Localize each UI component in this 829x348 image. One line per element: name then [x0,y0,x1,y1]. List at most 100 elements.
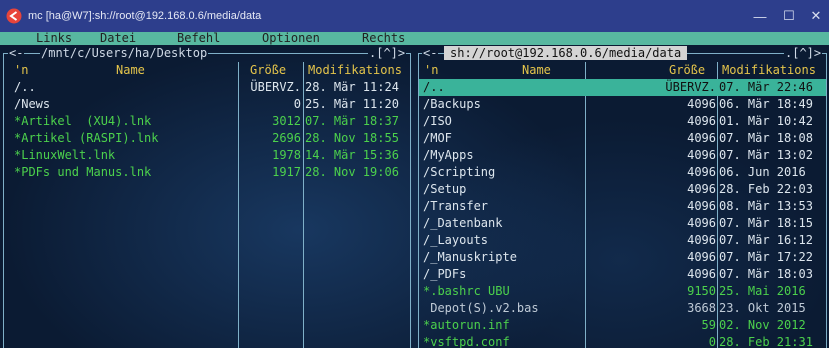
file-mtime: 07. Mär 16:12 [719,233,813,247]
left-header-mtime[interactable]: Modifikations [308,63,402,77]
file-mtime: 07. Mär 13:02 [719,148,813,162]
file-mtime: 07. Mär 18:03 [719,267,813,281]
file-mtime: 28. Nov 19:06 [305,165,399,179]
file-name: /News [14,97,51,111]
title-bar[interactable]: mc [ha@W7]:sh://root@192.168.0.6/media/d… [0,0,829,32]
file-mtime: 08. Mär 13:53 [719,199,813,213]
file-size: 1978 [272,148,301,162]
file-row[interactable]: /ISO 4096 01. Mär 10:42 [419,113,826,130]
right-header-mtime[interactable]: Modifikations [722,63,816,77]
file-mtime: 28. Mär 11:24 [305,80,399,94]
file-row[interactable]: /Transfer 4096 08. Mär 13:53 [419,198,826,215]
file-name: /ISO [423,114,452,128]
file-name: /MOF [423,131,452,145]
file-name: *autorun.inf [423,318,510,332]
file-name: /.. [14,80,36,94]
file-size: 0 [293,97,301,111]
file-row[interactable]: /_Layouts 4096 07. Mär 16:12 [419,232,826,249]
menu-datei[interactable]: Datei [100,31,136,45]
file-name: /Transfer [423,199,489,213]
file-name: *Artikel (RASPI).lnk [14,131,159,145]
file-name: *Artikel (XU4).lnk [14,114,152,128]
file-size: 4096 [687,216,716,230]
file-row[interactable]: *Artikel (RASPI).lnk 2696 28. Nov 18:55 [5,130,410,147]
file-row[interactable]: /_Datenbank 4096 07. Mär 18:15 [419,215,826,232]
file-mtime: 25. Mai 2016 [719,284,806,298]
menu-befehl[interactable]: Befehl [177,31,220,45]
file-size: 4096 [687,165,716,179]
window-title: mc [ha@W7]:sh://root@192.168.0.6/media/d… [28,10,262,22]
file-row[interactable]: /_PDFs 4096 07. Mär 18:03 [419,266,826,283]
file-row[interactable]: *PDFs und Manus.lnk 1917 28. Nov 19:06 [5,164,410,181]
right-header-size[interactable]: Größe [669,63,705,77]
file-mtime: 07. Mär 18:37 [305,114,399,128]
right-path[interactable]: sh://root@192.168.0.6/media/data [444,46,688,60]
file-name: /_PDFs [423,267,467,281]
file-mtime: 02. Nov 2012 [719,318,806,332]
file-name: *.bashrc UBU [423,284,510,298]
file-row[interactable]: /.. ÜBERVZ. 07. Mär 22:46 [419,79,826,96]
file-name: /MyApps [423,148,474,162]
file-size: 4096 [687,233,716,247]
file-row[interactable]: /Backups 4096 06. Mär 18:49 [419,96,826,113]
file-size: 4096 [687,148,716,162]
file-mtime: 07. Mär 22:46 [719,80,813,94]
file-size: 4096 [687,250,716,264]
file-row[interactable]: *Artikel (XU4).lnk 3012 07. Mär 18:37 [5,113,410,130]
file-row[interactable]: *vsftpd.conf 0 28. Feb 21:31 [419,334,826,348]
file-size: 4096 [687,97,716,111]
file-row[interactable]: *.bashrc UBU 9150 25. Mai 2016 [419,283,826,300]
file-row[interactable]: /MOF 4096 07. Mär 18:08 [419,130,826,147]
file-row[interactable]: Depot(S).v2.bas 3668 23. Okt 2015 [419,300,826,317]
file-row[interactable]: /.. ÜBERVZ. 28. Mär 11:24 [5,79,410,96]
left-corner-right[interactable]: .[^]> [368,46,407,60]
file-row[interactable]: *autorun.inf 59 02. Nov 2012 [419,317,826,334]
file-name: /_Datenbank [423,216,503,230]
left-header-name[interactable]: Name [116,63,145,77]
mc-app-icon [6,8,22,24]
file-name: *PDFs und Manus.lnk [14,165,152,179]
file-mtime: 06. Jun 2016 [719,165,806,179]
left-header-sort[interactable]: 'n [14,63,28,77]
file-size: 59 [701,318,716,332]
file-size: 4096 [687,114,716,128]
right-corner-left[interactable]: <- [422,46,439,60]
left-header-size[interactable]: Größe [250,63,286,77]
file-mtime: 07. Mär 17:22 [719,250,813,264]
file-row[interactable]: /_Manuskripte 4096 07. Mär 17:22 [419,249,826,266]
left-corner-left[interactable]: <- [8,46,25,60]
menu-links[interactable]: Links [36,31,72,45]
file-mtime: 01. Mär 10:42 [719,114,813,128]
menu-optionen[interactable]: Optionen [262,31,320,45]
file-row[interactable]: *LinuxWelt.lnk 1978 14. Mär 15:36 [5,147,410,164]
file-row[interactable]: /MyApps 4096 07. Mär 13:02 [419,147,826,164]
left-panel[interactable]: <- /mnt/c/Users/ha/Desktop .[^]> 'n Name… [0,46,414,348]
file-name: /Setup [423,182,467,196]
file-mtime: 28. Feb 22:03 [719,182,813,196]
file-mtime: 07. Mär 18:15 [719,216,813,230]
file-name: *LinuxWelt.lnk [14,148,116,162]
file-row[interactable]: /Setup 4096 28. Feb 22:03 [419,181,826,198]
file-size: 4096 [687,182,716,196]
right-header-name[interactable]: Name [522,63,551,77]
menu-rechts[interactable]: Rechts [362,31,405,45]
file-name: /Backups [423,97,481,111]
file-size: 2696 [272,131,301,145]
right-panel[interactable]: <- sh://root@192.168.0.6/media/data .[^]… [416,46,829,348]
right-header-sort[interactable]: 'n [424,63,438,77]
right-corner-right[interactable]: .[^]> [784,46,823,60]
file-size: 1917 [272,165,301,179]
file-mtime: 07. Mär 18:08 [719,131,813,145]
file-mtime: 28. Nov 18:55 [305,131,399,145]
file-size: 4096 [687,131,716,145]
close-button[interactable]: ✕ [793,0,829,32]
file-name: /.. [423,80,445,94]
file-size: 4096 [687,199,716,213]
file-row[interactable]: /Scripting 4096 06. Jun 2016 [419,164,826,181]
file-size: 0 [708,335,716,348]
file-row[interactable]: /News 0 25. Mär 11:20 [5,96,410,113]
file-size: 3668 [687,301,716,315]
left-path[interactable]: /mnt/c/Users/ha/Desktop [40,46,209,60]
file-name: /_Layouts [423,233,489,247]
file-name: Depot(S).v2.bas [423,301,539,315]
